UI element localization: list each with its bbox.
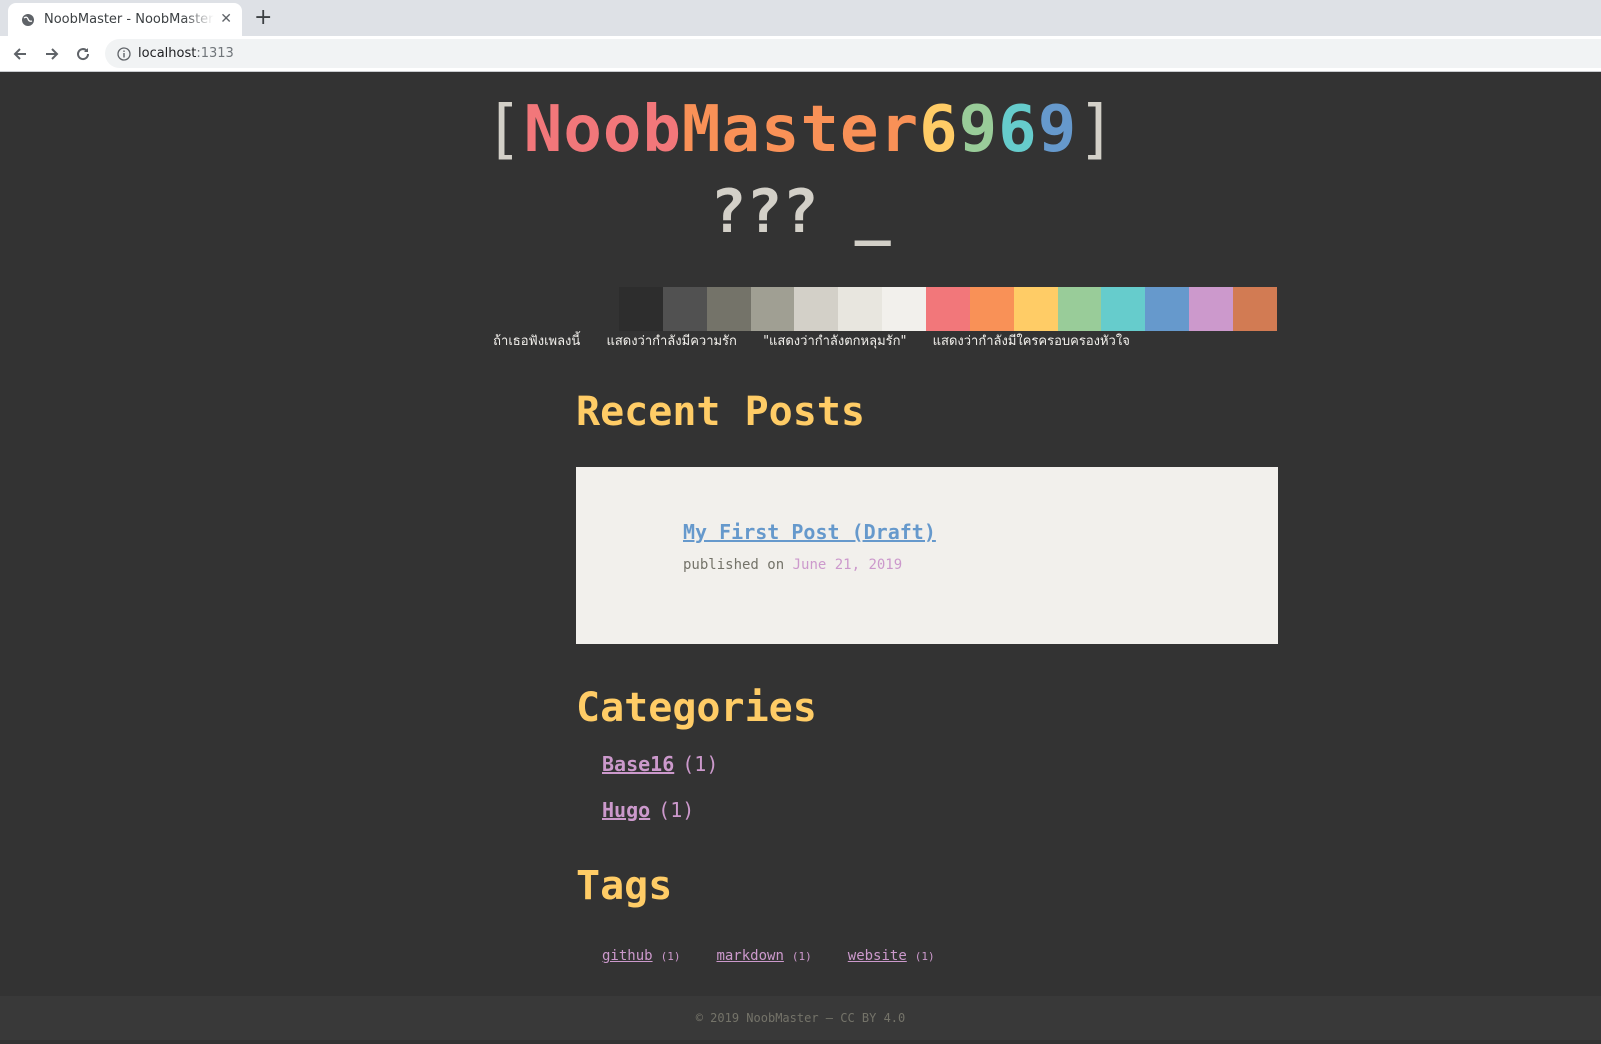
site-title[interactable]: [NoobMaster6969]: [0, 92, 1601, 168]
back-arrow-icon[interactable]: [8, 42, 32, 66]
url-text: localhost:1313: [138, 46, 234, 61]
post-date: June 21, 2019: [792, 557, 903, 573]
categories-heading: Categories: [576, 685, 817, 731]
tag-link-github[interactable]: github: [602, 948, 653, 964]
palette-swatch: [662, 287, 707, 331]
category-count: (1): [658, 798, 695, 822]
color-palette: [619, 287, 1277, 331]
tag-count: (1): [660, 950, 681, 963]
palette-swatch: [838, 287, 883, 331]
palette-swatch: [750, 287, 795, 331]
tag-count: (1): [914, 950, 935, 963]
title-bracket-open: [: [484, 93, 524, 167]
palette-swatch: [794, 287, 839, 331]
palette-swatch: [926, 287, 970, 331]
category-item: Base16 (1): [602, 752, 718, 798]
published-label: published on: [683, 557, 785, 573]
tab-bar: NoobMaster - NoobMaster ✕ +: [0, 0, 1601, 36]
tagline-part: "แสดงว่ากำลังตกหลุมรัก": [763, 334, 907, 349]
address-bar[interactable]: localhost:1313: [105, 39, 1601, 68]
post-title-link[interactable]: My First Post (Draft): [683, 520, 936, 544]
palette-swatch: [1189, 287, 1234, 331]
forward-arrow-icon[interactable]: [40, 42, 64, 66]
category-count: (1): [682, 752, 719, 776]
category-link-base16[interactable]: Base16: [602, 752, 674, 776]
browser-tab[interactable]: NoobMaster - NoobMaster ✕: [8, 3, 242, 36]
palette-swatch: [1145, 287, 1190, 331]
new-tab-button[interactable]: +: [254, 6, 272, 30]
category-link-hugo[interactable]: Hugo: [602, 798, 650, 822]
site-subtitle: ??? _: [710, 177, 891, 247]
tag-list: github (1) markdown (1) website (1): [602, 948, 971, 964]
post-card: My First Post (Draft) published on June …: [576, 467, 1278, 644]
browser-toolbar: localhost:1313: [0, 36, 1601, 72]
url-host: localhost: [138, 46, 197, 61]
palette-swatch: [1013, 287, 1058, 331]
title-part: 6: [998, 93, 1038, 167]
page-content: [NoobMaster6969] ??? _ ถ้าเธอฟังเพลงนี้ …: [0, 72, 1601, 1044]
tagline-part: แสดงว่ากำลังมีความรัก: [606, 334, 737, 349]
tagline: ถ้าเธอฟังเพลงนี้ แสดงว่ากำลังมีความรัก "…: [0, 330, 1601, 351]
palette-swatch: [1233, 287, 1277, 331]
tag-item: github (1): [602, 948, 680, 964]
tag-item: markdown (1): [716, 948, 811, 964]
site-info-icon[interactable]: [116, 46, 132, 62]
reload-icon[interactable]: [71, 42, 95, 66]
tags-heading: Tags: [576, 863, 673, 909]
tagline-part: แสดงว่ากำลังมีใครครอบครองหัวใจ: [932, 334, 1130, 349]
browser-chrome: NoobMaster - NoobMaster ✕ + localhost:13…: [0, 0, 1601, 72]
tagline-part: ถ้าเธอฟังเพลงนี้: [493, 334, 581, 349]
recent-posts-heading: Recent Posts: [576, 389, 865, 435]
tag-count: (1): [791, 950, 812, 963]
category-list: Base16 (1) Hugo (1): [602, 752, 718, 844]
palette-swatch: [969, 287, 1014, 331]
palette-swatch: [1057, 287, 1102, 331]
tag-item: website (1): [848, 948, 935, 964]
footer: © 2019 NoobMaster — CC BY 4.0: [0, 996, 1601, 1040]
tag-link-markdown[interactable]: markdown: [716, 948, 783, 964]
tab-title: NoobMaster - NoobMaster: [44, 12, 214, 27]
title-part: Noob: [523, 93, 682, 167]
palette-swatch: [1101, 287, 1146, 331]
url-port: :1313: [196, 46, 234, 61]
title-part: Master: [681, 93, 920, 167]
title-part: 9: [958, 93, 999, 167]
palette-swatch: [619, 287, 663, 331]
title-part: 9: [1037, 93, 1078, 167]
globe-icon: [20, 12, 36, 28]
palette-swatch: [882, 287, 927, 331]
post-meta: published on June 21, 2019: [683, 557, 902, 573]
tag-link-website[interactable]: website: [848, 948, 907, 964]
close-tab-icon[interactable]: ✕: [220, 11, 232, 27]
category-item: Hugo (1): [602, 798, 718, 844]
title-part: 6: [919, 93, 959, 167]
palette-swatch: [706, 287, 751, 331]
title-bracket-close: ]: [1077, 93, 1117, 167]
